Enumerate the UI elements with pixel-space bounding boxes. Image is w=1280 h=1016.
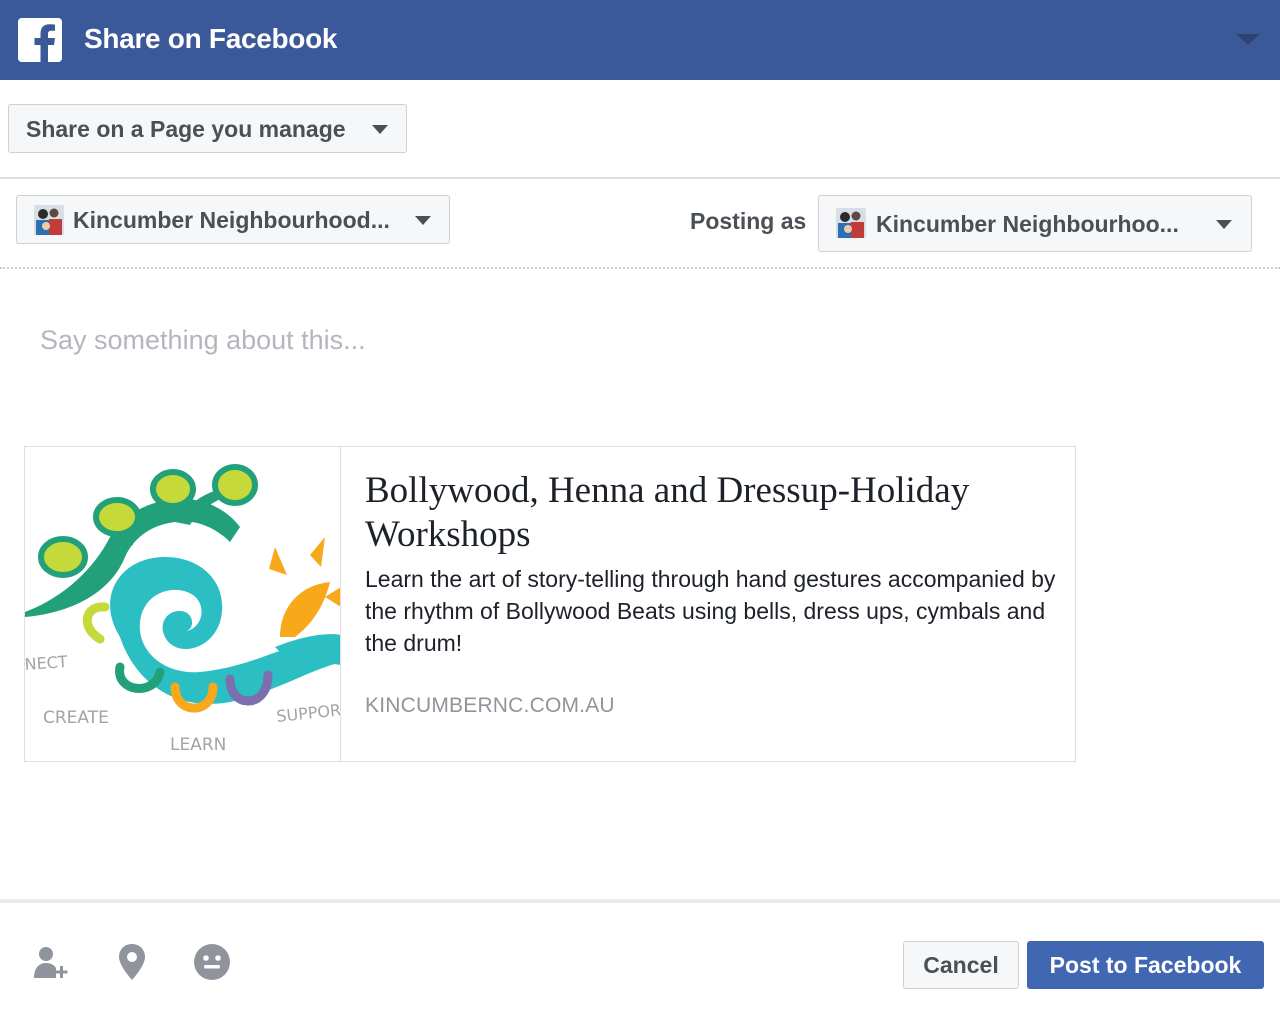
feeling-smiley-icon[interactable] [190,940,234,984]
facebook-f-icon [18,18,62,62]
divider [0,177,1280,179]
chevron-down-icon[interactable] [1236,34,1260,45]
caret-down-icon [1216,220,1232,229]
cancel-button[interactable]: Cancel [903,941,1019,989]
location-pin-icon[interactable] [110,940,154,984]
share-target-label: Share on a Page you manage [26,116,346,142]
image-word-learn: LEARN [170,735,226,755]
page-avatar [34,205,64,235]
post-to-facebook-button[interactable]: Post to Facebook [1027,941,1264,989]
preview-title[interactable]: Bollywood, Henna and Dressup-Holiday Wor… [365,469,1055,557]
preview-thumbnail: NECT CREATE LEARN SUPPOR [25,447,341,761]
page-select-dropdown[interactable]: Kincumber Neighbourhood... [16,195,450,244]
share-target-dropdown[interactable]: Share on a Page you manage [8,104,407,153]
preview-description: Learn the art of story-telling through h… [365,566,1056,656]
post-message-input[interactable] [40,318,1240,362]
image-word-connect: NECT [25,652,68,674]
image-word-create: CREATE [43,708,109,728]
posting-as-label: Posting as [690,208,807,234]
footer-divider [0,899,1280,903]
caret-down-icon [415,216,431,225]
identity-avatar [836,208,866,238]
posting-identity-dropdown[interactable]: Kincumber Neighbourhoo... [818,195,1252,252]
divider-dotted [0,267,1280,269]
link-preview-card[interactable]: NECT CREATE LEARN SUPPOR Bollywood, Henn… [24,446,1076,762]
tag-people-icon[interactable] [30,940,74,984]
caret-down-icon [372,125,388,134]
preview-domain: KINCUMBERNC.COM.AU [365,694,615,717]
dialog-title: Share on Facebook [84,23,338,54]
page-select-label: Kincumber Neighbourhood... [73,207,390,233]
posting-identity-label: Kincumber Neighbourhoo... [876,211,1179,237]
dialog-header: Share on Facebook [0,0,1280,80]
